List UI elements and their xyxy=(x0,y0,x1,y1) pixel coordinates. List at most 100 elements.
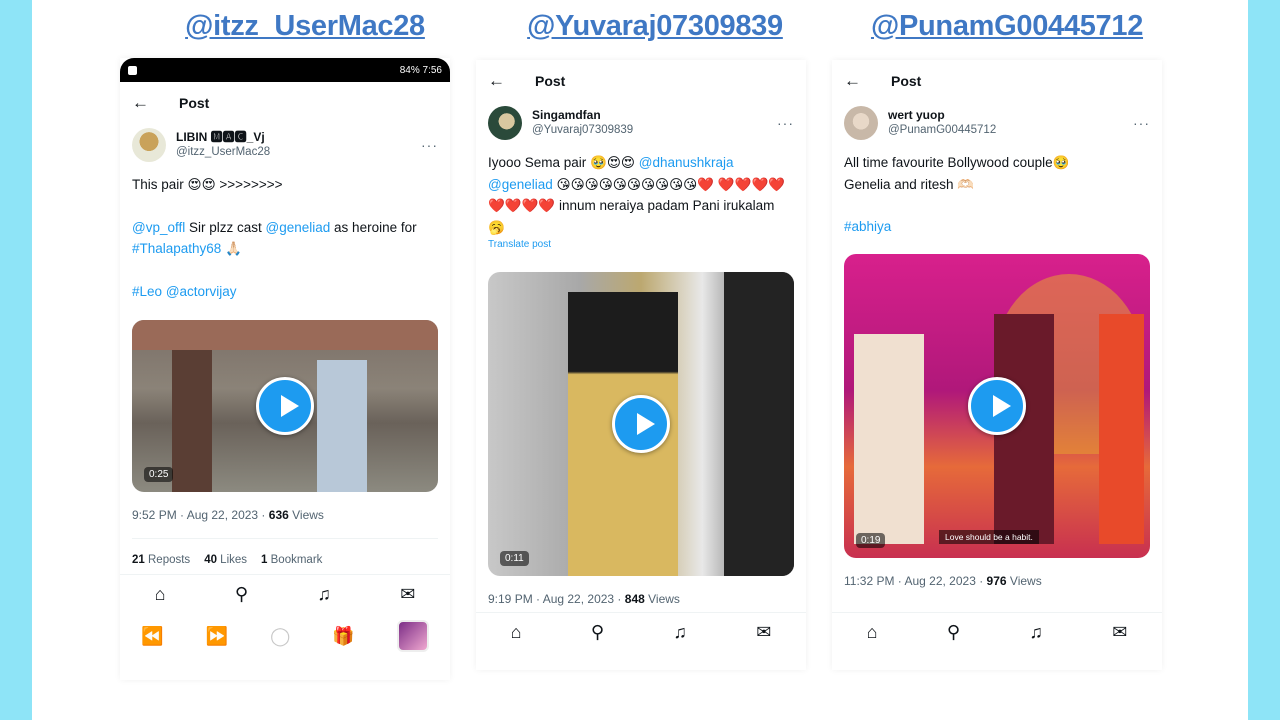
home-icon[interactable]: ⌂ xyxy=(511,622,522,643)
handle-heading-3[interactable]: @PunamG00445712 xyxy=(842,10,1172,43)
avatar[interactable] xyxy=(132,128,166,162)
bottom-nav: ⌂ ⚲ ♫ ✉ xyxy=(476,612,806,652)
mention-link[interactable]: @actorvijay xyxy=(166,284,237,299)
status-right: 84% 7:56 xyxy=(399,64,442,76)
tweet-text: All time favourite Bollywood couple🥹 Gen… xyxy=(832,144,1162,238)
back-arrow-icon[interactable]: ← xyxy=(844,71,861,91)
search-icon[interactable]: ⚲ xyxy=(235,584,248,605)
display-name[interactable]: LIBIN 🅼🅰🅲_Vj xyxy=(176,129,421,145)
mail-icon[interactable]: ✉ xyxy=(756,622,771,643)
reposts-stat[interactable]: 21 Reposts xyxy=(132,554,190,566)
post-meta: 9:19 PM · Aug 22, 2023 · 848 Views xyxy=(488,592,680,606)
hashtag-link[interactable]: #Thalapathy68 xyxy=(132,241,221,256)
tweet-text-span: as heroine for xyxy=(330,219,417,235)
author-row: LIBIN 🅼🅰🅲_Vj @itzz_UserMac28 ··· xyxy=(120,124,450,166)
white-sheet: @itzz_UserMac28 @Yuvaraj07309839 @PunamG… xyxy=(32,0,1248,720)
figure xyxy=(1099,314,1144,544)
video-thumbnail[interactable]: 0:11 xyxy=(488,272,794,576)
tweet-panel-3: ← Post wert yuop @PunamG00445712 ··· All… xyxy=(832,60,1162,670)
search-icon[interactable]: ⚲ xyxy=(947,622,960,643)
roof xyxy=(132,320,438,350)
more-options-icon[interactable]: ··· xyxy=(1133,115,1150,131)
spinner-icon[interactable]: ◯ xyxy=(270,626,290,647)
avatar[interactable] xyxy=(488,106,522,140)
post-header: ← Post xyxy=(120,82,450,124)
mention-link[interactable]: @dhanushkraja xyxy=(639,155,734,170)
tweet-line-1: This pair 😍😍 >>>>>>>> xyxy=(132,177,283,192)
home-icon[interactable]: ⌂ xyxy=(867,622,878,643)
app-thumbnail[interactable] xyxy=(396,620,429,652)
page-title: Post xyxy=(535,73,566,89)
video-duration: 0:19 xyxy=(856,533,886,548)
bell-icon[interactable]: ♫ xyxy=(317,584,331,605)
bell-icon[interactable]: ♫ xyxy=(1029,622,1043,643)
back-arrow-icon[interactable]: ← xyxy=(132,93,149,113)
author-row: Singamdfan @Yuvaraj07309839 ··· xyxy=(476,102,806,144)
more-options-icon[interactable]: ··· xyxy=(421,137,438,153)
bottom-nav: ⌂ ⚲ ♫ ✉ xyxy=(832,612,1162,652)
play-button[interactable] xyxy=(968,377,1026,435)
search-icon[interactable]: ⚲ xyxy=(591,622,604,643)
figure xyxy=(724,272,794,576)
handle-heading-1[interactable]: @itzz_UserMac28 xyxy=(140,10,470,43)
home-icon[interactable]: ⌂ xyxy=(155,584,166,605)
mention-link[interactable]: @geneliad xyxy=(266,220,331,235)
back-arrow-icon[interactable]: ← xyxy=(488,71,505,91)
figure xyxy=(172,350,212,492)
mail-icon[interactable]: ✉ xyxy=(1112,622,1127,643)
hashtag-link[interactable]: #Leo xyxy=(132,284,162,299)
forward-icon[interactable]: ⏩ xyxy=(206,626,228,647)
username[interactable]: @PunamG00445712 xyxy=(888,123,1133,139)
post-timestamp: 9:19 PM · Aug 22, 2023 · xyxy=(488,592,625,606)
likes-stat[interactable]: 40 Likes xyxy=(204,554,247,566)
tweet-text-span: 😘😘😘😘😘😘😘😘😘😘❤️ xyxy=(552,176,715,192)
tweet-text-span: Iyooo Sema pair 🥹😍😍 xyxy=(488,155,639,170)
video-thumbnail[interactable]: 0:19 Love should be a habit. xyxy=(844,254,1150,558)
divider xyxy=(132,538,438,539)
tweet-line-2: @vp_offl Sir plzz cast @geneliad as hero… xyxy=(132,217,438,260)
bookmarks-label: Bookmark xyxy=(267,554,323,566)
figure xyxy=(854,334,924,544)
post-timestamp: 11:32 PM · Aug 22, 2023 · xyxy=(844,574,987,588)
tweet-text: This pair 😍😍 >>>>>>>> @vp_offl Sir plzz … xyxy=(120,166,450,302)
tweet-text: Iyooo Sema pair 🥹😍😍 @dhanushkraja @genel… xyxy=(476,144,806,252)
username[interactable]: @Yuvaraj07309839 xyxy=(532,123,777,139)
play-button[interactable] xyxy=(256,377,314,435)
display-name[interactable]: Singamdfan xyxy=(532,107,777,123)
mention-link[interactable]: @geneliad xyxy=(488,177,553,192)
bell-icon[interactable]: ♫ xyxy=(673,622,687,643)
views-label: Views xyxy=(1006,574,1042,588)
figure xyxy=(317,360,367,492)
play-button[interactable] xyxy=(612,395,670,453)
video-duration: 0:11 xyxy=(500,551,529,566)
post-timestamp: 9:52 PM · Aug 22, 2023 · xyxy=(132,508,269,522)
username[interactable]: @itzz_UserMac28 xyxy=(176,145,421,161)
bookmarks-stat[interactable]: 1 Bookmark xyxy=(261,554,322,566)
hashtag-link[interactable]: #abhiya xyxy=(844,216,1150,238)
likes-label: Likes xyxy=(216,554,248,566)
page-title: Post xyxy=(179,95,210,111)
avatar[interactable] xyxy=(844,106,878,140)
video-thumbnail[interactable]: 0:25 xyxy=(132,320,438,492)
mail-icon[interactable]: ✉ xyxy=(400,584,415,605)
display-name[interactable]: wert yuop xyxy=(888,107,1133,123)
translate-link[interactable]: Translate post xyxy=(488,238,794,252)
video-caption: Love should be a habit. xyxy=(939,530,1039,544)
gift-icon[interactable]: 🎁 xyxy=(332,626,354,647)
more-options-icon[interactable]: ··· xyxy=(777,115,794,131)
tweet-line-3: #Leo @actorvijay xyxy=(132,281,438,303)
post-meta: 11:32 PM · Aug 22, 2023 · 976 Views xyxy=(844,574,1042,588)
handle-heading-2[interactable]: @Yuvaraj07309839 xyxy=(490,10,820,43)
view-count: 636 xyxy=(268,508,289,522)
mention-link[interactable]: @vp_offl xyxy=(132,220,185,235)
rewind-icon[interactable]: ⏪ xyxy=(141,626,163,647)
tweet-text-span: Sir plzz cast xyxy=(185,219,266,235)
post-meta: 9:52 PM · Aug 22, 2023 · 636 Views xyxy=(132,508,324,522)
tweet-line-2: Genelia and ritesh 🫶🏻 xyxy=(844,176,975,192)
reposts-label: Reposts xyxy=(144,554,191,566)
tweet-panel-2: ← Post Singamdfan @Yuvaraj07309839 ··· I… xyxy=(476,60,806,670)
video-duration: 0:25 xyxy=(144,467,174,482)
post-header: ← Post xyxy=(476,60,806,102)
author-row: wert yuop @PunamG00445712 ··· xyxy=(832,102,1162,144)
page-title: Post xyxy=(891,73,922,89)
